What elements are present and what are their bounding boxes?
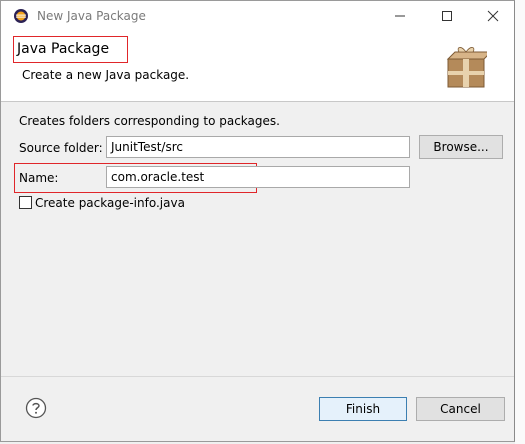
maximize-button[interactable]: [424, 1, 470, 31]
name-label: Name:: [19, 171, 59, 185]
create-package-info-checkbox[interactable]: [19, 196, 32, 209]
package-name-input[interactable]: com.oracle.test: [106, 166, 410, 188]
cancel-button[interactable]: Cancel: [416, 397, 505, 421]
close-button[interactable]: [470, 1, 516, 31]
window-title: New Java Package: [37, 9, 146, 23]
close-icon: [487, 10, 499, 22]
header-title-highlight: Java Package: [13, 36, 128, 63]
maximize-icon: [442, 11, 452, 21]
header-description: Create a new Java package.: [22, 68, 190, 82]
wizard-header: Java Package Create a new Java package.: [1, 31, 514, 101]
footer-separator: [1, 376, 514, 377]
header-separator: [1, 101, 514, 102]
finish-button[interactable]: Finish: [319, 397, 407, 421]
background-window-strip: [515, 0, 525, 444]
title-bar[interactable]: New Java Package: [1, 1, 514, 31]
create-package-info-label[interactable]: Create package-info.java: [35, 196, 185, 210]
form-description: Creates folders corresponding to package…: [19, 114, 280, 128]
help-icon[interactable]: [25, 397, 47, 419]
header-title: Java Package: [17, 41, 110, 57]
new-java-package-dialog: New Java Package Java Package Create a n…: [0, 0, 515, 442]
minimize-icon: [395, 15, 405, 17]
source-folder-label: Source folder:: [19, 141, 103, 155]
browse-button[interactable]: Browse...: [419, 135, 503, 159]
eclipse-app-icon: [14, 9, 28, 23]
package-icon: [446, 47, 487, 88]
source-folder-input[interactable]: JunitTest/src: [106, 136, 410, 158]
minimize-button[interactable]: [377, 1, 423, 31]
